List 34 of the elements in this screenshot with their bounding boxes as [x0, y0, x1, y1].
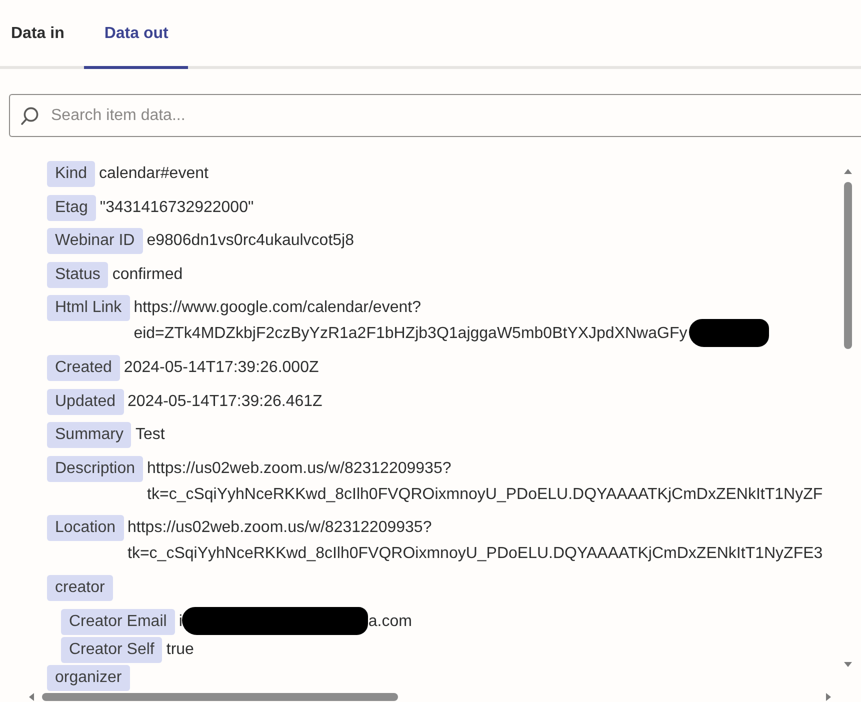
field-value: https://us02web.zoom.us/w/82312209935?: [147, 458, 452, 479]
field-value: tk=c_cSqiYyhNceRKKwd_8cIlh0FVQROixmnoyU_PDoELU.DQYAAAATKjCmDxZENkItT1NyZFE3: [128, 544, 823, 564]
field-label: Etag: [47, 194, 96, 221]
field-value: e9806dn1vs0rc4ukaulvcot5j8: [146, 231, 354, 252]
field-label[interactable]: creator: [47, 574, 113, 601]
field-label: Creator Email: [61, 608, 175, 635]
field-label: Kind: [47, 161, 96, 187]
field-value: "3431416732922000": [100, 198, 254, 218]
field-label: Webinar ID: [47, 228, 143, 254]
tab[interactable]: Data out: [84, 0, 188, 69]
field-value: https://us02web.zoom.us/w/82312209935?: [128, 518, 432, 538]
field-label[interactable]: organizer: [47, 664, 130, 691]
search-field[interactable]: Search item data...: [9, 94, 861, 137]
field-value: 2024-05-14T17:39:26.461Z: [128, 392, 322, 412]
field-label: Html Link: [47, 295, 130, 322]
field-value: calendar#event: [99, 164, 208, 184]
search-icon: [20, 106, 40, 126]
field-value: true: [166, 640, 194, 660]
field-label: Creator Self: [61, 636, 162, 663]
field-value: https://www.google.com/calendar/event?: [134, 298, 421, 318]
field-value: eid=ZTk4MDZkbjF2czByYzR1a2F1bHZjb3Q1ajggaW5mb0BtYXJpdXNwaGFy: [134, 324, 688, 344]
field-label: Description: [47, 456, 144, 482]
field-label: Status: [47, 262, 108, 288]
field-value: i: [178, 612, 182, 632]
field-value: tk=c_cSqiYyhNceRKKwd_8cIlh0FVQROixmnoyU_PDoELU.DQYAAAATKjCmDxZENkItT1NyZF: [147, 484, 823, 505]
field-label: Summary: [47, 422, 132, 448]
field-value: confirmed: [112, 264, 183, 285]
field-value: a.com: [368, 612, 412, 632]
field-label: Created: [47, 354, 120, 381]
field-value: Test: [135, 425, 165, 446]
field-label: Location: [47, 515, 124, 542]
tab[interactable]: Data in: [11, 0, 64, 69]
field-value: 2024-05-14T17:39:26.000Z: [124, 358, 319, 378]
field-label: Updated: [47, 388, 124, 415]
